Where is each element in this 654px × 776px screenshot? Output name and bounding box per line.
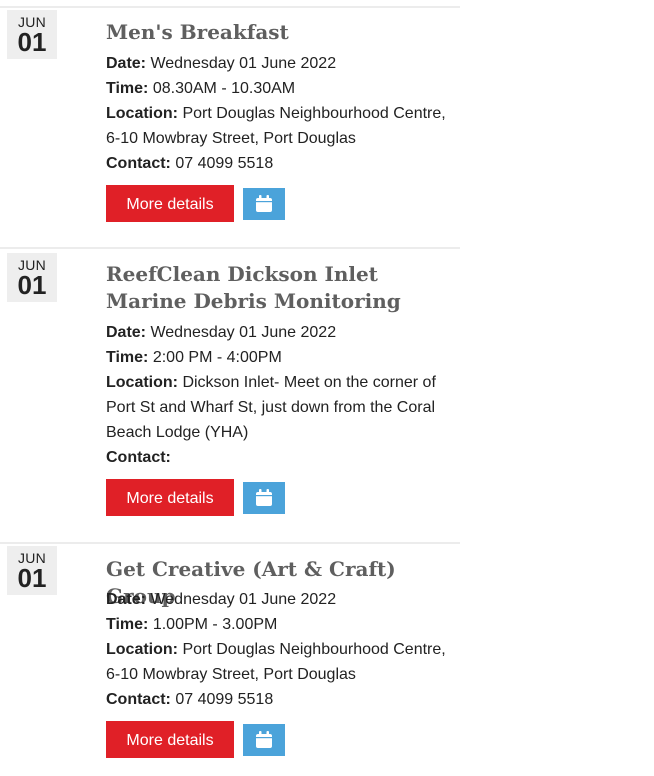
contact-label: Contact: [106,449,171,466]
add-to-calendar-button[interactable] [243,188,285,220]
date-row: Date: Wednesday 01 June 2022 [106,320,456,345]
event-title[interactable]: Men's Breakfast [106,19,456,46]
time-row: Time: 08.30AM - 10.30AM [106,76,456,101]
date-value: Wednesday 01 June 2022 [146,591,337,608]
date-label: Date: [106,55,147,72]
time-value: 08.30AM - 10.30AM [148,80,296,97]
more-details-button[interactable]: More details [106,185,234,222]
location-label: Location: [106,105,178,122]
event-divider [0,542,460,544]
event-divider [0,247,460,249]
contact-value: 07 4099 5518 [170,691,274,708]
calendar-icon [256,731,272,748]
add-to-calendar-button[interactable] [243,724,285,756]
contact-value: 07 4099 5518 [170,155,274,172]
contact-row: Contact: 07 4099 5518 [106,687,456,712]
calendar-icon [256,195,272,212]
date-value: Wednesday 01 June 2022 [146,324,337,341]
time-label: Time: [106,80,149,97]
time-value: 2:00 PM - 4:00PM [148,349,282,366]
location-label: Location: [106,641,178,658]
more-details-button[interactable]: More details [106,479,234,516]
date-label: Date: [106,591,147,608]
date-day: 01 [17,270,47,300]
time-value: 1.00PM - 3.00PM [148,616,278,633]
location-row: Location: Port Douglas Neighbourhood Cen… [106,101,456,151]
contact-row: Contact: 07 4099 5518 [106,151,456,176]
date-badge: JUN 01 [7,253,57,302]
date-day: 01 [17,563,47,593]
calendar-icon [256,489,272,506]
location-label: Location: [106,374,178,391]
time-row: Time: 2:00 PM - 4:00PM [106,345,456,370]
time-row: Time: 1.00PM - 3.00PM [106,612,456,637]
event-title[interactable]: ReefClean Dickson Inlet Marine Debris Mo… [106,261,456,315]
date-badge: JUN 01 [7,10,57,59]
contact-label: Contact: [106,155,171,172]
date-value: Wednesday 01 June 2022 [146,55,337,72]
contact-row: Contact: [106,445,456,470]
event-details: Date: Wednesday 01 June 2022 Time: 2:00 … [106,320,456,470]
time-label: Time: [106,349,149,366]
event-details: Date: Wednesday 01 June 2022 Time: 08.30… [106,51,456,176]
date-day: 01 [17,27,47,57]
date-label: Date: [106,324,147,341]
add-to-calendar-button[interactable] [243,482,285,514]
location-row: Location: Dickson Inlet- Meet on the cor… [106,370,456,445]
date-row: Date: Wednesday 01 June 2022 [106,587,456,612]
location-row: Location: Port Douglas Neighbourhood Cen… [106,637,456,687]
date-row: Date: Wednesday 01 June 2022 [106,51,456,76]
date-badge: JUN 01 [7,546,57,595]
event-details: Date: Wednesday 01 June 2022 Time: 1.00P… [106,587,456,712]
more-details-button[interactable]: More details [106,721,234,758]
event-divider [0,6,460,8]
time-label: Time: [106,616,149,633]
contact-label: Contact: [106,691,171,708]
